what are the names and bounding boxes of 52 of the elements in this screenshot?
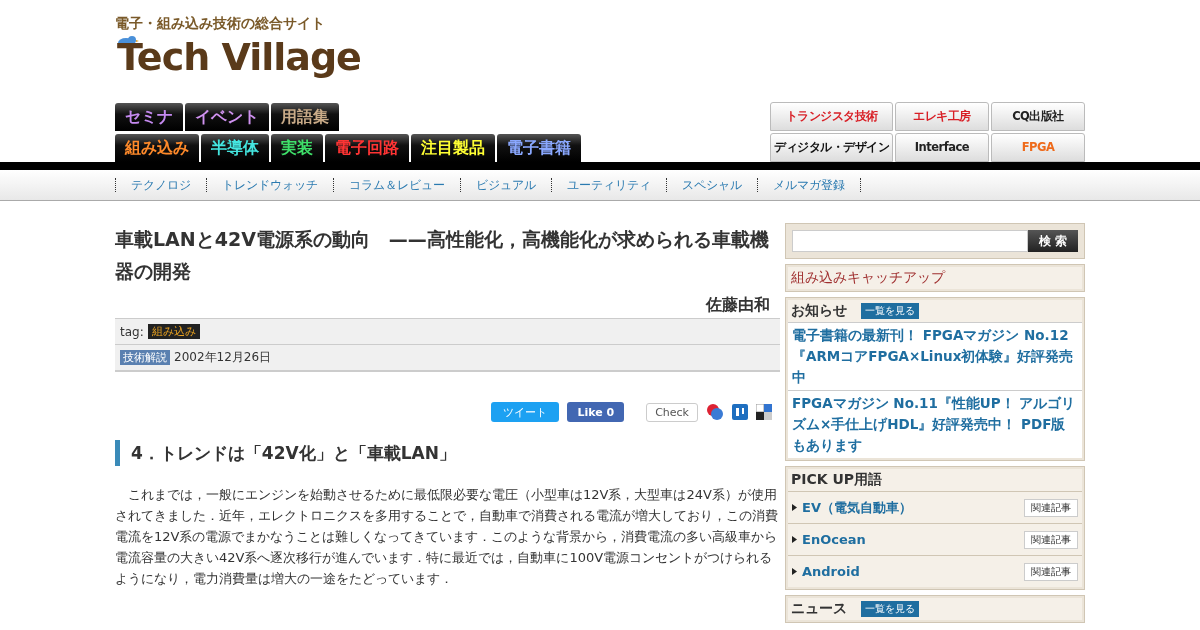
bullet-icon (792, 536, 797, 543)
category-badge: 技術解説 (120, 350, 170, 365)
bullet-icon (792, 568, 797, 575)
publisher-link[interactable]: ディジタル・デザイン (770, 133, 893, 162)
view-all-link[interactable]: 一覧を見る (861, 601, 919, 617)
site-logo[interactable]: Tech Village (117, 33, 361, 81)
nav-tab[interactable]: 半導体 (201, 134, 269, 162)
publisher-link[interactable]: Interface (895, 133, 989, 162)
subnav-link[interactable]: コラム＆レビュー (333, 178, 460, 192)
notice-link[interactable]: FPGAマガジン No.11『性能UP！ アルゴリズム×手仕上げHDL』好評発売中！ PDF版もあります (788, 390, 1082, 458)
nav-tab[interactable]: 電子書籍 (497, 134, 581, 162)
related-articles-button[interactable]: 関連記事 (1024, 562, 1078, 581)
subnav-link[interactable]: テクノロジ (115, 178, 206, 192)
author-name: 佐藤由和 (706, 295, 770, 316)
publisher-link[interactable]: CQ出版社 (991, 102, 1085, 131)
article-paragraph: これまでは，一般にエンジンを始動させるために最低限必要な電圧（小型車は12V系，大型車は24V系）が使用されてきました．近年，エレクトロニクスを多用することで，自動車で消費される電流が増大しており，この消費電流を12V系の電源でまかなうことは難しくなってきています．このような背景から，消費電流の多い高級車から電流容量の大きい42V系へ逐次移行が進んでいます．特に最近では，自動車に100V電源コンセントがつけられるようになり，電力消費量は増大の一途をたどっています． (115, 486, 779, 588)
nav-tab[interactable]: 注目製品 (411, 134, 495, 162)
nav-tab[interactable]: イベント (185, 103, 269, 131)
tag-label: tag: (120, 324, 144, 339)
section-heading: 4．トレンドは「42V化」と「車載LAN」 (115, 440, 780, 466)
check-button[interactable]: Check (646, 402, 698, 422)
subnav-link[interactable]: スペシャル (666, 178, 757, 192)
publisher-link[interactable]: トランジスタ技術 (770, 102, 893, 131)
site-tagline: 電子・組み込み技術の総合サイト (115, 15, 325, 33)
subnav-link[interactable]: メルマガ登録 (757, 178, 861, 192)
tag-link[interactable]: 組み込み (147, 324, 200, 339)
view-all-link[interactable]: 一覧を見る (861, 303, 919, 319)
term-link[interactable]: EnOcean (802, 532, 1019, 547)
search-button[interactable]: 検 索 (1028, 230, 1078, 252)
article-title: 車載LANと42V電源系の動向 ——高性能化，高機能化が求められる車載機器の開発 (115, 227, 770, 284)
term-link[interactable]: EV（電気自動車） (802, 498, 1019, 517)
subnav-link[interactable]: ビジュアル (460, 178, 551, 192)
subnav-link[interactable]: トレンドウォッチ (206, 178, 333, 192)
notice-link[interactable]: 電子書籍の最新刊！ FPGAマガジン No.12『ARMコアFPGA×Linux初体験』好評発売中 (788, 322, 1082, 390)
related-articles-button[interactable]: 関連記事 (1024, 530, 1078, 549)
nav-tab[interactable]: 組み込み (115, 134, 199, 162)
related-articles-button[interactable]: 関連記事 (1024, 498, 1078, 517)
article-date: 2002年12月26日 (174, 349, 272, 366)
subnav-link[interactable]: ユーティリティ (551, 178, 666, 192)
pickup-heading: PICK UP用語 (791, 471, 883, 489)
nav-tab[interactable]: 実装 (271, 134, 323, 162)
nav-tab[interactable]: セミナ (115, 103, 183, 131)
news-heading: ニュース (791, 600, 847, 618)
search-field[interactable] (792, 230, 1028, 252)
catchup-heading[interactable]: 組み込みキャッチアップ (788, 267, 1082, 289)
notices-heading: お知らせ (791, 302, 847, 320)
term-link[interactable]: Android (802, 564, 1019, 579)
nav-tab[interactable]: 用語集 (271, 103, 339, 131)
nav-tab[interactable]: 電子回路 (325, 134, 409, 162)
bullet-icon (792, 504, 797, 511)
publisher-link[interactable]: エレキ工房 (895, 102, 989, 131)
like-button[interactable]: Like 0 (567, 402, 625, 422)
